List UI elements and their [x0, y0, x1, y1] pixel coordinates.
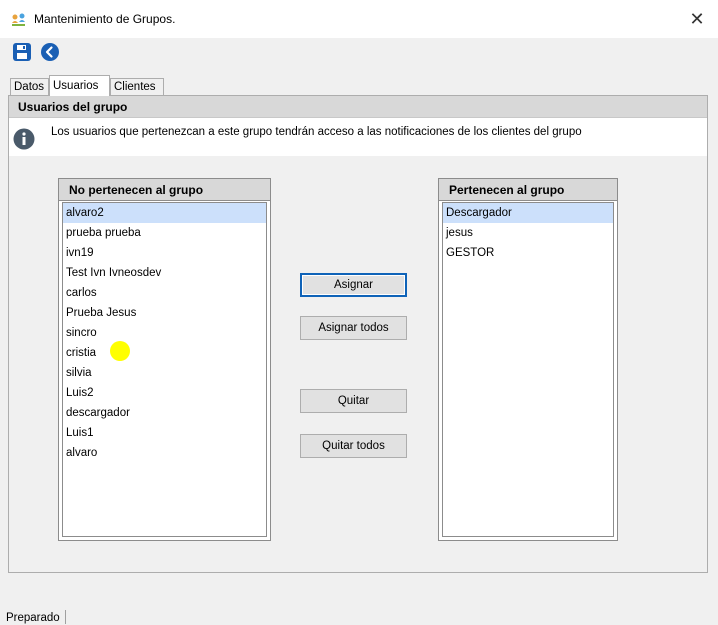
list-item[interactable]: cristia — [63, 341, 266, 363]
window-title: Mantenimiento de Grupos. — [34, 12, 176, 26]
info-message: Los usuarios que pertenezcan a este grup… — [51, 126, 582, 138]
status-bar: Preparado — [0, 608, 718, 625]
list-item[interactable]: Prueba Jesus — [63, 303, 266, 323]
title-bar: Mantenimiento de Grupos. ✕ — [0, 0, 718, 38]
not-members-list-panel: No pertenecen al grupo alvaro2 prueba pr… — [58, 178, 271, 541]
list-item[interactable]: Descargador — [443, 203, 613, 223]
tab-clientes[interactable]: Clientes — [110, 78, 164, 95]
list-item[interactable]: GESTOR — [443, 243, 613, 263]
assign-all-button[interactable]: Asignar todos — [300, 316, 407, 340]
status-text: Preparado — [6, 612, 60, 624]
group-title: Usuarios del grupo — [18, 100, 128, 114]
list-item[interactable]: silvia — [63, 363, 266, 383]
info-bar: Los usuarios que pertenezcan a este grup… — [9, 118, 707, 156]
members-header: Pertenecen al grupo — [439, 179, 617, 201]
list-item[interactable]: ivn19 — [63, 243, 266, 263]
members-list[interactable]: Descargador jesus GESTOR — [442, 202, 614, 537]
not-members-header: No pertenecen al grupo — [59, 179, 270, 201]
save-icon[interactable] — [12, 42, 32, 62]
list-item[interactable]: Luis1 — [63, 423, 266, 443]
back-arrow-icon[interactable] — [40, 42, 60, 62]
close-icon[interactable]: ✕ — [686, 8, 708, 30]
tab-usuarios[interactable]: Usuarios — [49, 75, 110, 96]
list-item[interactable]: alvaro — [63, 443, 266, 463]
remove-all-button[interactable]: Quitar todos — [300, 434, 407, 458]
tab-content-panel: Usuarios del grupo Los usuarios que pert… — [8, 95, 708, 573]
status-separator — [65, 610, 66, 624]
not-members-list[interactable]: alvaro2 prueba prueba ivn19 Test Ivn Ivn… — [62, 202, 267, 537]
list-item[interactable]: descargador — [63, 403, 266, 423]
list-item[interactable]: Luis2 — [63, 383, 266, 403]
list-item[interactable]: sincro — [63, 323, 266, 343]
list-item[interactable]: prueba prueba — [63, 223, 266, 243]
assign-button[interactable]: Asignar — [300, 273, 407, 297]
redaction-highlight — [110, 341, 130, 361]
info-icon — [13, 128, 35, 150]
app-logo-icon — [12, 13, 25, 26]
list-item[interactable]: Test Ivn Ivneosdev — [63, 263, 266, 283]
remove-button[interactable]: Quitar — [300, 389, 407, 413]
list-item[interactable]: alvaro2 — [63, 203, 266, 223]
list-item[interactable]: jesus — [443, 223, 613, 243]
list-item[interactable]: carlos — [63, 283, 266, 303]
members-list-panel: Pertenecen al grupo Descargador jesus GE… — [438, 178, 618, 541]
not-members-header-label: No pertenecen al grupo — [69, 183, 204, 197]
tab-datos[interactable]: Datos — [10, 78, 49, 95]
list-item-label: cristia — [66, 347, 97, 359]
group-header: Usuarios del grupo — [9, 96, 707, 118]
members-header-label: Pertenecen al grupo — [449, 183, 565, 197]
